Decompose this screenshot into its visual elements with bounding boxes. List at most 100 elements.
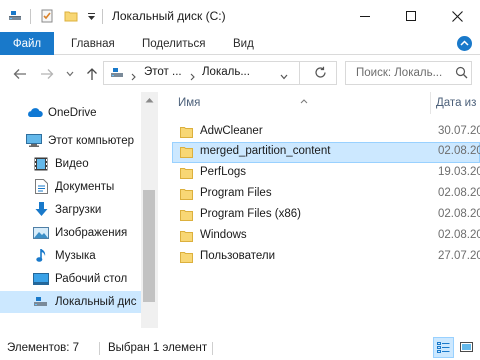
file-date: 02.08.20: [438, 208, 480, 220]
folder-icon: [180, 252, 193, 263]
breadcrumb-local-disk[interactable]: Локаль...: [202, 66, 250, 78]
refresh-button[interactable]: [314, 66, 327, 82]
nav-item-local-disk[interactable]: Локальный дис: [0, 291, 141, 313]
tab-view[interactable]: Вид: [233, 32, 254, 55]
status-divider: [99, 342, 100, 355]
column-date-header[interactable]: Дата из: [436, 97, 476, 109]
large-icons-view-icon: [460, 341, 473, 352]
documents-folder-icon: [35, 179, 48, 194]
drive-icon[interactable]: [4, 0, 26, 32]
details-view-button[interactable]: [433, 337, 454, 358]
breadcrumb-this-pc[interactable]: Этот ...: [144, 66, 182, 78]
search-input[interactable]: [356, 65, 451, 81]
forward-button[interactable]: [37, 64, 57, 84]
file-row[interactable]: AdwCleaner 30.07.20: [172, 122, 480, 143]
file-date: 02.08.20: [438, 145, 480, 157]
file-name: Program Files (x86): [200, 208, 301, 220]
chevron-down-icon: [280, 74, 288, 80]
help-icon: [460, 40, 469, 46]
folder-icon: [180, 147, 193, 158]
nav-label: Загрузки: [55, 204, 102, 216]
address-divider: [299, 62, 300, 84]
search-icon: [455, 66, 468, 82]
nav-item-pictures[interactable]: Изображения: [0, 222, 141, 244]
status-selection: Выбран 1 элемент: [108, 342, 208, 354]
file-name: Windows: [200, 229, 247, 241]
scrollbar-thumb[interactable]: [143, 190, 155, 302]
nav-label: Музыка: [55, 250, 96, 262]
file-date: 02.08.20: [438, 229, 480, 241]
file-row[interactable]: Program Files (x86) 02.08.20: [172, 205, 480, 226]
file-name: Пользователи: [200, 250, 276, 262]
search-box[interactable]: [345, 61, 472, 85]
back-arrow-icon: [13, 69, 26, 79]
file-row[interactable]: Пользователи 27.07.20: [172, 247, 480, 268]
new-folder-icon[interactable]: [60, 0, 82, 32]
tab-share[interactable]: Поделиться: [142, 32, 206, 55]
close-button[interactable]: [434, 0, 480, 32]
nav-item-documents[interactable]: Документы: [0, 176, 141, 198]
address-bar[interactable]: Этот ... Локаль...: [103, 61, 337, 85]
drive-icon: [110, 67, 124, 82]
local-disk-icon: [33, 296, 48, 308]
customize-chevron-icon[interactable]: [84, 0, 98, 32]
quick-access-divider: [30, 9, 31, 24]
file-row[interactable]: Program Files 02.08.20: [172, 184, 480, 205]
close-icon: [451, 10, 463, 22]
folder-icon: [180, 210, 193, 221]
computer-icon: [26, 134, 42, 148]
back-button[interactable]: [10, 64, 30, 84]
column-header: Имя Дата из: [160, 92, 480, 114]
file-row[interactable]: PerfLogs 19.03.20: [172, 163, 480, 184]
nav-item-desktop[interactable]: Рабочий стол: [0, 268, 141, 290]
folder-icon: [180, 168, 193, 179]
recent-locations-button[interactable]: [63, 64, 77, 84]
nav-label: Видео: [55, 158, 89, 170]
folder-icon: [180, 189, 193, 200]
status-divider: [212, 342, 213, 355]
chevron-right-icon[interactable]: [190, 70, 195, 84]
folder-icon: [180, 127, 193, 138]
nav-item-onedrive[interactable]: OneDrive: [0, 102, 141, 124]
column-divider[interactable]: [430, 92, 431, 114]
file-date: 27.07.20: [438, 250, 480, 262]
folder-icon: [180, 231, 193, 242]
video-folder-icon: [34, 157, 48, 171]
file-name: AdwCleaner: [200, 125, 263, 137]
status-item-count: Элементов: 7: [7, 342, 80, 354]
nav-item-music[interactable]: Музыка: [0, 245, 141, 267]
column-name-header[interactable]: Имя: [178, 97, 200, 109]
nav-item-downloads[interactable]: Загрузки: [0, 199, 141, 221]
file-row-selected[interactable]: merged_partition_content 02.08.20: [172, 142, 480, 163]
chevron-right-icon[interactable]: [131, 70, 136, 84]
nav-item-this-pc[interactable]: Этот компьютер: [0, 130, 141, 152]
up-button[interactable]: [83, 64, 101, 84]
address-dropdown-button[interactable]: [280, 69, 288, 83]
navigation-pane: OneDrive Этот компьютер Видео Документы …: [0, 92, 158, 328]
sort-chevron-icon: [300, 93, 308, 107]
ribbon-tabs: Файл Главная Поделиться Вид: [0, 32, 480, 55]
music-note-icon: [36, 248, 48, 263]
details-view-icon: [437, 341, 450, 353]
scroll-up-arrow-icon[interactable]: [145, 97, 154, 103]
tab-file[interactable]: Файл: [0, 32, 54, 55]
large-icons-view-button[interactable]: [456, 337, 477, 358]
desktop-folder-icon: [33, 273, 49, 285]
help-button[interactable]: [457, 36, 472, 51]
file-row[interactable]: Windows 02.08.20: [172, 226, 480, 247]
onedrive-cloud-icon: [26, 107, 43, 118]
nav-label: Локальный дис: [55, 296, 137, 308]
file-name: Program Files: [200, 187, 272, 199]
nav-item-video[interactable]: Видео: [0, 153, 141, 175]
title-divider: [102, 9, 103, 24]
file-date: 02.08.20: [438, 187, 480, 199]
maximize-button[interactable]: [388, 0, 434, 32]
minimize-icon: [360, 16, 370, 17]
refresh-icon: [315, 66, 326, 78]
tab-home[interactable]: Главная: [71, 32, 115, 55]
minimize-button[interactable]: [342, 0, 388, 32]
nav-label: Изображения: [55, 227, 128, 239]
properties-check-icon[interactable]: [36, 0, 58, 32]
title-bar: Локальный диск (C:): [0, 0, 480, 32]
file-date: 19.03.20: [438, 166, 480, 178]
